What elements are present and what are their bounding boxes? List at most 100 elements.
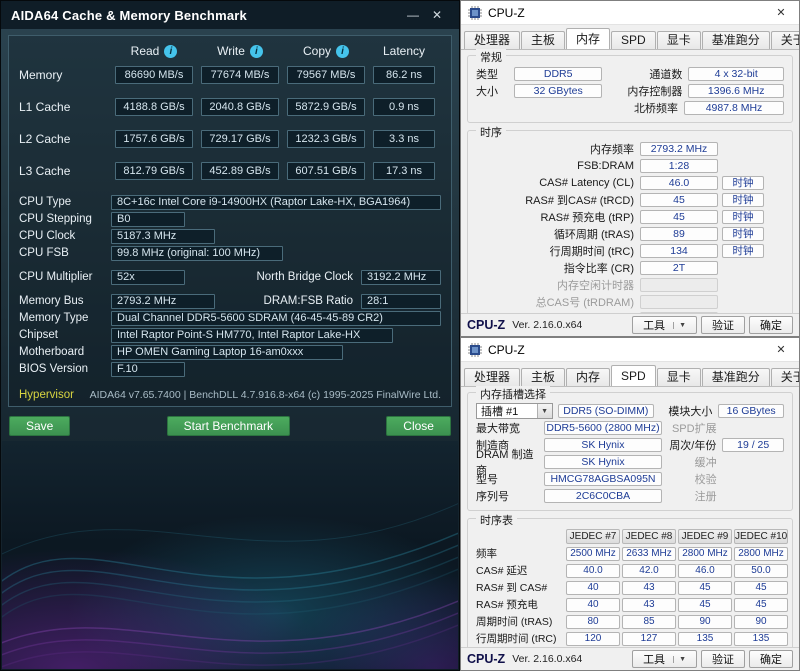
cpuz-titlebar[interactable]: CPU-Z ✕ [461, 338, 799, 362]
channels-label: 通道数 [602, 66, 682, 82]
row-label: 周期时间 (tRAS) [476, 614, 564, 629]
timing-label: RAS# 预充电 (tRP) [476, 209, 634, 225]
validate-button[interactable]: 验证 [701, 650, 745, 668]
chevron-down-icon[interactable]: ▼ [673, 656, 686, 663]
tab-about[interactable]: 关于 [771, 368, 800, 386]
table-row-memory: Memory 86690 MB/s 77674 MB/s 79567 MB/s … [19, 66, 441, 84]
tab-bench[interactable]: 基准跑分 [702, 31, 770, 49]
close-icon[interactable]: ✕ [763, 1, 799, 25]
timing-label: RAS# 到CAS# (tRCD) [476, 192, 634, 208]
tools-button[interactable]: 工具▼ [632, 316, 697, 334]
tab-cpu[interactable]: 处理器 [464, 31, 520, 49]
close-icon[interactable]: ✕ [763, 338, 799, 362]
close-button[interactable]: Close [386, 416, 451, 436]
minimize-icon[interactable]: — [401, 8, 425, 22]
cpuz-titlebar[interactable]: CPU-Z ✕ [461, 1, 799, 25]
part-number-label: 型号 [476, 471, 544, 487]
trcd-cell: 45 [734, 581, 788, 595]
tab-bench[interactable]: 基准跑分 [702, 368, 770, 386]
info-row-label: DRAM:FSB Ratio [264, 295, 353, 307]
slot-select[interactable]: 插槽 #1 ▼ [476, 403, 553, 419]
version-text: Ver. 2.16.0.x64 [512, 653, 582, 665]
clocks-unit: 时钟 [722, 176, 764, 190]
tab-memory[interactable]: 内存 [566, 28, 610, 49]
bios-version-value: F.10 [111, 362, 185, 377]
northbridge-value: 4987.8 MHz [684, 101, 784, 115]
info-row-label: CPU FSB [19, 247, 111, 259]
slot-row: DRAM 制造商 SK Hynix 缓冲 [476, 454, 784, 470]
tab-cpu[interactable]: 处理器 [464, 368, 520, 386]
validate-button[interactable]: 验证 [701, 316, 745, 334]
dram-idle-timer-value [640, 278, 718, 292]
info-row-memory-type: Memory Type Dual Channel DDR5-5600 SDRAM… [19, 310, 441, 326]
close-icon[interactable]: ✕ [425, 8, 449, 22]
general-row: 类型 DDR5 通道数 4 x 32-bit [476, 66, 784, 82]
timing-label: 内存频率 [476, 141, 634, 157]
tab-spd[interactable]: SPD [611, 365, 656, 386]
trp-cell: 45 [734, 598, 788, 612]
info-row-memory-bus: Memory Bus 2793.2 MHz DRAM:FSB Ratio 28:… [19, 293, 441, 309]
chevron-down-icon[interactable]: ▼ [673, 322, 686, 329]
timing-row: 总CAS号 (tRDRAM) [476, 294, 784, 310]
wave-background-art [2, 441, 458, 669]
column-header-copy: Copy [303, 44, 331, 58]
l3-write-value: 452.89 GB/s [201, 162, 279, 180]
trp-value: 45 [640, 210, 718, 224]
screen: AIDA64 Cache & Memory Benchmark — ✕ Read… [0, 0, 800, 671]
aida64-window-title: AIDA64 Cache & Memory Benchmark [11, 8, 247, 23]
button-row: Save Start Benchmark Close [9, 416, 451, 436]
info-row-label: North Bridge Clock [256, 271, 353, 283]
slot-row: 型号 HMCG78AGBSA095N 校验 [476, 471, 784, 487]
cpuz-app-icon [468, 6, 482, 20]
info-row-motherboard: Motherboard HP OMEN Gaming Laptop 16-am0… [19, 344, 441, 360]
tras-cell: 90 [678, 615, 732, 629]
aida64-window: AIDA64 Cache & Memory Benchmark — ✕ Read… [0, 0, 460, 671]
northbridge-label: 北桥频率 [594, 100, 678, 116]
ok-button[interactable]: 确定 [749, 316, 793, 334]
info-icon[interactable]: i [164, 45, 177, 58]
info-row-label: BIOS Version [19, 363, 111, 375]
save-button[interactable]: Save [9, 416, 70, 436]
info-icon[interactable]: i [336, 45, 349, 58]
motherboard-value: HP OMEN Gaming Laptop 16-am0xxx [111, 345, 343, 360]
chevron-down-icon[interactable]: ▼ [537, 404, 552, 418]
row-label: 行周期时间 (tRC) [476, 631, 564, 646]
tools-button[interactable]: 工具▼ [632, 650, 697, 668]
tab-graphics[interactable]: 显卡 [657, 368, 701, 386]
tab-memory[interactable]: 内存 [566, 368, 610, 386]
timing-row: CAS# Latency (CL) 46.0 时钟 [476, 175, 784, 191]
command-rate-value: 2T [640, 261, 718, 275]
info-row-cpu-fsb: CPU FSB 99.8 MHz (original: 100 MHz) [19, 245, 441, 261]
timing-row: RAS# 到CAS# (tRCD) 45 时钟 [476, 192, 784, 208]
window-title: CPU-Z [488, 343, 525, 357]
week-year-value: 19 / 25 [722, 438, 784, 452]
tab-mainboard[interactable]: 主板 [521, 368, 565, 386]
aida64-titlebar[interactable]: AIDA64 Cache & Memory Benchmark — ✕ [1, 1, 459, 29]
start-benchmark-button[interactable]: Start Benchmark [167, 416, 290, 436]
memory-write-value: 77674 MB/s [201, 66, 279, 84]
timing-row: RAS# 预充电 (tRP) 45 时钟 [476, 209, 784, 225]
info-row-label: CPU Type [19, 196, 111, 208]
tab-about[interactable]: 关于 [771, 31, 800, 49]
cas-cell: 50.0 [734, 564, 788, 578]
trdram-value [640, 295, 718, 309]
row-label: L2 Cache [19, 132, 107, 146]
controller-value: 1396.6 MHz [688, 84, 784, 98]
tab-spd[interactable]: SPD [611, 31, 656, 49]
trp-cell: 45 [678, 598, 732, 612]
module-size-value: 16 GBytes [718, 404, 784, 418]
general-group: 常规 类型 DDR5 通道数 4 x 32-bit 大小 32 GBytes 内… [467, 55, 793, 123]
general-row: 北桥频率 4987.8 MHz [476, 100, 784, 116]
memory-latency-value: 86.2 ns [373, 66, 435, 84]
wave-art-svg [2, 441, 458, 669]
trc-cell: 135 [734, 632, 788, 646]
trp-cell: 40 [566, 598, 620, 612]
ok-button[interactable]: 确定 [749, 650, 793, 668]
info-icon[interactable]: i [250, 45, 263, 58]
info-row-label: Memory Type [19, 312, 111, 324]
tab-mainboard[interactable]: 主板 [521, 31, 565, 49]
timing-label: 内存空闲计时器 [476, 277, 634, 293]
version-footer: AIDA64 v7.65.7400 | BenchDLL 4.7.916.8-x… [90, 389, 441, 401]
max-bandwidth-value: DDR5-5600 (2800 MHz) [544, 421, 662, 435]
tab-graphics[interactable]: 显卡 [657, 31, 701, 49]
